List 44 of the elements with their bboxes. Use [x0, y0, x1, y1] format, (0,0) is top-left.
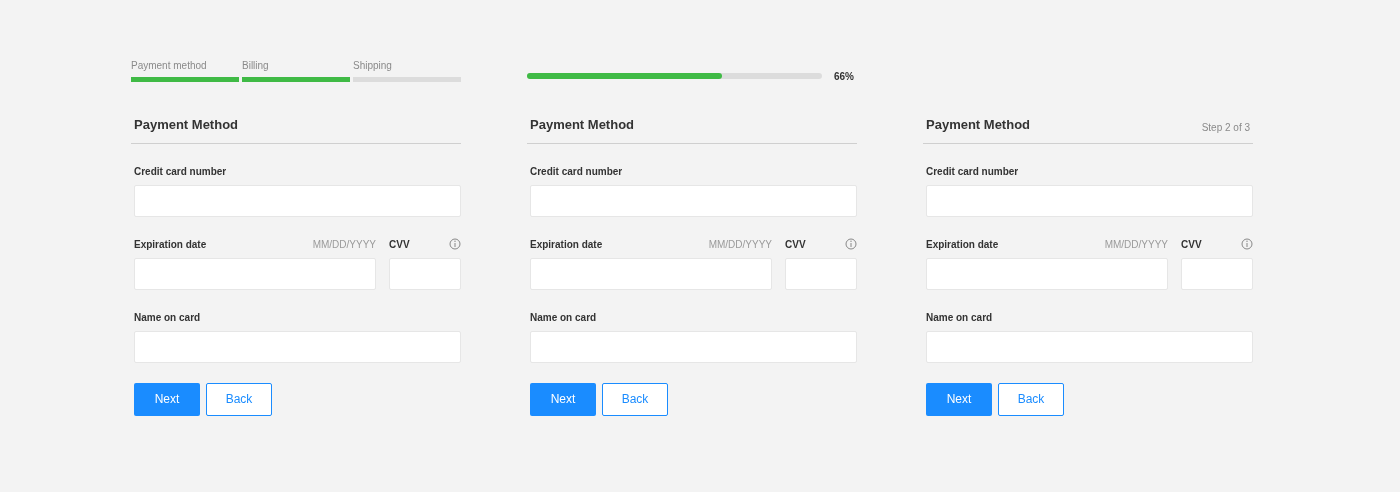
- next-button[interactable]: Next: [926, 382, 992, 416]
- progress-percentage: 66%: [834, 69, 854, 84]
- form-title: Payment Method: [134, 116, 238, 134]
- back-button[interactable]: Back: [206, 382, 272, 416]
- date-format-hint: MM/DD/YYYY: [1104, 237, 1168, 252]
- text-field[interactable]: [530, 330, 857, 363]
- next-button[interactable]: Next: [134, 382, 200, 416]
- text-field[interactable]: [134, 257, 376, 290]
- text-field[interactable]: [785, 257, 857, 290]
- date-format-hint: MM/DD/YYYY: [708, 237, 772, 252]
- form-title: Payment Method: [926, 116, 1030, 134]
- field-label: Expiration date: [926, 237, 999, 252]
- field-label: CVV: [389, 237, 410, 252]
- form-title: Payment Method: [530, 116, 634, 134]
- field-label: Credit card number: [926, 164, 1020, 179]
- text-field[interactable]: [389, 257, 461, 290]
- back-button[interactable]: Back: [998, 382, 1064, 416]
- info-icon[interactable]: [845, 238, 857, 250]
- step-label: Shipping: [353, 61, 393, 71]
- step-label: Billing: [242, 61, 270, 71]
- back-button[interactable]: Back: [602, 382, 668, 416]
- next-button[interactable]: Next: [530, 382, 596, 416]
- text-field[interactable]: [530, 184, 857, 217]
- text-field[interactable]: [1181, 257, 1253, 290]
- date-format-hint: MM/DD/YYYY: [312, 237, 376, 252]
- field-label: Credit card number: [530, 164, 624, 179]
- info-icon[interactable]: [449, 238, 461, 250]
- field-label: CVV: [1181, 237, 1202, 252]
- text-field[interactable]: [134, 184, 461, 217]
- text-field[interactable]: [530, 257, 772, 290]
- text-field[interactable]: [926, 257, 1168, 290]
- field-label: Name on card: [134, 310, 202, 325]
- field-label: Name on card: [530, 310, 598, 325]
- step-label: Payment method: [131, 61, 208, 71]
- field-label: CVV: [785, 237, 806, 252]
- field-label: Credit card number: [134, 164, 228, 179]
- text-field[interactable]: [926, 330, 1253, 363]
- step-indicator: Step 2 of 3: [1201, 120, 1250, 135]
- info-icon[interactable]: [1241, 238, 1253, 250]
- field-label: Expiration date: [530, 237, 603, 252]
- text-field[interactable]: [134, 330, 461, 363]
- field-label: Name on card: [926, 310, 994, 325]
- field-label: Expiration date: [134, 237, 207, 252]
- text-field[interactable]: [926, 184, 1253, 217]
